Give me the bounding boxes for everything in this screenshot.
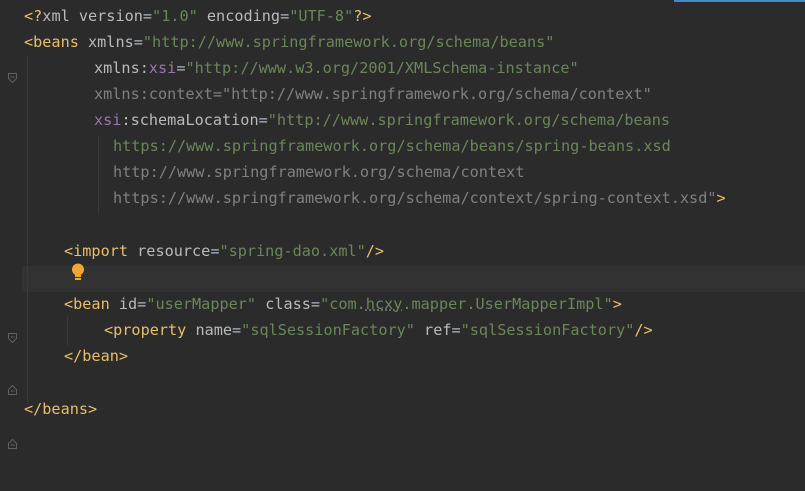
token: "http://www.springframework.org/schema/b… bbox=[268, 111, 670, 129]
token: :schemaLocation bbox=[121, 111, 258, 129]
token: hcxy bbox=[366, 295, 403, 313]
token: /> bbox=[634, 321, 652, 339]
code-editor[interactable]: <?xml version="1.0" encoding="UTF-8"?> <… bbox=[0, 0, 805, 491]
fold-close-icon[interactable] bbox=[8, 349, 17, 359]
code-line-12[interactable]: <bean id="userMapper" class="com.hcxy.ma… bbox=[64, 291, 622, 317]
current-line-highlight bbox=[22, 266, 805, 292]
token: encoding bbox=[198, 7, 280, 25]
token: .mapper.UserMapperImpl" bbox=[402, 295, 612, 313]
token: name bbox=[186, 321, 232, 339]
token: <bean bbox=[64, 295, 110, 313]
token: "http://www.springframework.org/schema/c… bbox=[222, 85, 652, 103]
token: id bbox=[110, 295, 137, 313]
code-line-2[interactable]: <beans xmlns="http://www.springframework… bbox=[24, 29, 554, 55]
fold-open-icon[interactable] bbox=[8, 297, 17, 307]
token: "UTF-8" bbox=[289, 7, 353, 25]
token: "http://www.springframework.org/schema/b… bbox=[143, 33, 554, 51]
fold-close-icon[interactable] bbox=[8, 403, 17, 413]
code-line-4[interactable]: xmlns:context="http://www.springframewor… bbox=[94, 81, 652, 107]
token: <import bbox=[64, 242, 128, 260]
token: "http://www.w3.org/2001/XMLSchema-instan… bbox=[185, 59, 578, 77]
token: = bbox=[134, 33, 143, 51]
token: = bbox=[259, 111, 268, 129]
token: <beans bbox=[24, 33, 79, 51]
token: = bbox=[232, 321, 241, 339]
indent-guide bbox=[98, 136, 99, 214]
token: = bbox=[311, 295, 320, 313]
token: "sqlSessionFactory" bbox=[241, 321, 415, 339]
token: "1.0" bbox=[152, 7, 198, 25]
token: http://www.springframework.org/schema/co… bbox=[113, 163, 524, 181]
token: xmlns:context bbox=[94, 85, 213, 103]
token: = bbox=[137, 295, 146, 313]
token: /> bbox=[366, 242, 384, 260]
token: xmlns bbox=[79, 33, 134, 51]
tab-accent-bar bbox=[674, 0, 805, 2]
fold-open-icon[interactable] bbox=[8, 37, 17, 47]
token: = bbox=[451, 321, 460, 339]
code-line-5[interactable]: xsi:schemaLocation="http://www.springfra… bbox=[94, 107, 670, 133]
token: resource bbox=[128, 242, 210, 260]
token: = bbox=[143, 7, 152, 25]
code-line-7[interactable]: http://www.springframework.org/schema/co… bbox=[113, 159, 524, 185]
code-line-6[interactable]: https://www.springframework.org/schema/b… bbox=[113, 133, 671, 159]
code-line-8[interactable]: https://www.springframework.org/schema/c… bbox=[113, 185, 726, 211]
token: https://www.springframework.org/schema/b… bbox=[113, 137, 671, 155]
token: = bbox=[213, 85, 222, 103]
token: class bbox=[256, 295, 311, 313]
token: xml version bbox=[42, 7, 143, 25]
code-line-10[interactable]: <import resource="spring-dao.xml"/> bbox=[64, 238, 384, 264]
token: "userMapper" bbox=[146, 295, 256, 313]
token: "sqlSessionFactory" bbox=[461, 321, 635, 339]
code-line-13[interactable]: <property name="sqlSessionFactory" ref="… bbox=[104, 317, 653, 343]
token: ?> bbox=[353, 7, 371, 25]
token: </beans> bbox=[24, 400, 97, 418]
token: xsi bbox=[94, 111, 121, 129]
code-line-3[interactable]: xmlns:xsi="http://www.w3.org/2001/XMLSch… bbox=[94, 55, 579, 81]
token: <? bbox=[24, 7, 42, 25]
token: "spring-dao.xml" bbox=[219, 242, 365, 260]
token: https://www.springframework.org/schema/c… bbox=[113, 189, 716, 207]
token: > bbox=[716, 189, 725, 207]
indent-guide bbox=[67, 316, 68, 346]
token: ref bbox=[415, 321, 452, 339]
code-line-1[interactable]: <?xml version="1.0" encoding="UTF-8"?> bbox=[24, 3, 372, 29]
token: > bbox=[613, 295, 622, 313]
code-line-16[interactable]: </beans> bbox=[24, 396, 97, 422]
token: xmlns: bbox=[94, 59, 149, 77]
token: xsi bbox=[149, 59, 176, 77]
code-line-14[interactable]: </bean> bbox=[64, 343, 128, 369]
token: "com. bbox=[320, 295, 366, 313]
indent-guide bbox=[27, 56, 28, 404]
token: = bbox=[280, 7, 289, 25]
lightbulb-icon[interactable] bbox=[33, 244, 49, 264]
token: </bean> bbox=[64, 347, 128, 365]
token: <property bbox=[104, 321, 186, 339]
